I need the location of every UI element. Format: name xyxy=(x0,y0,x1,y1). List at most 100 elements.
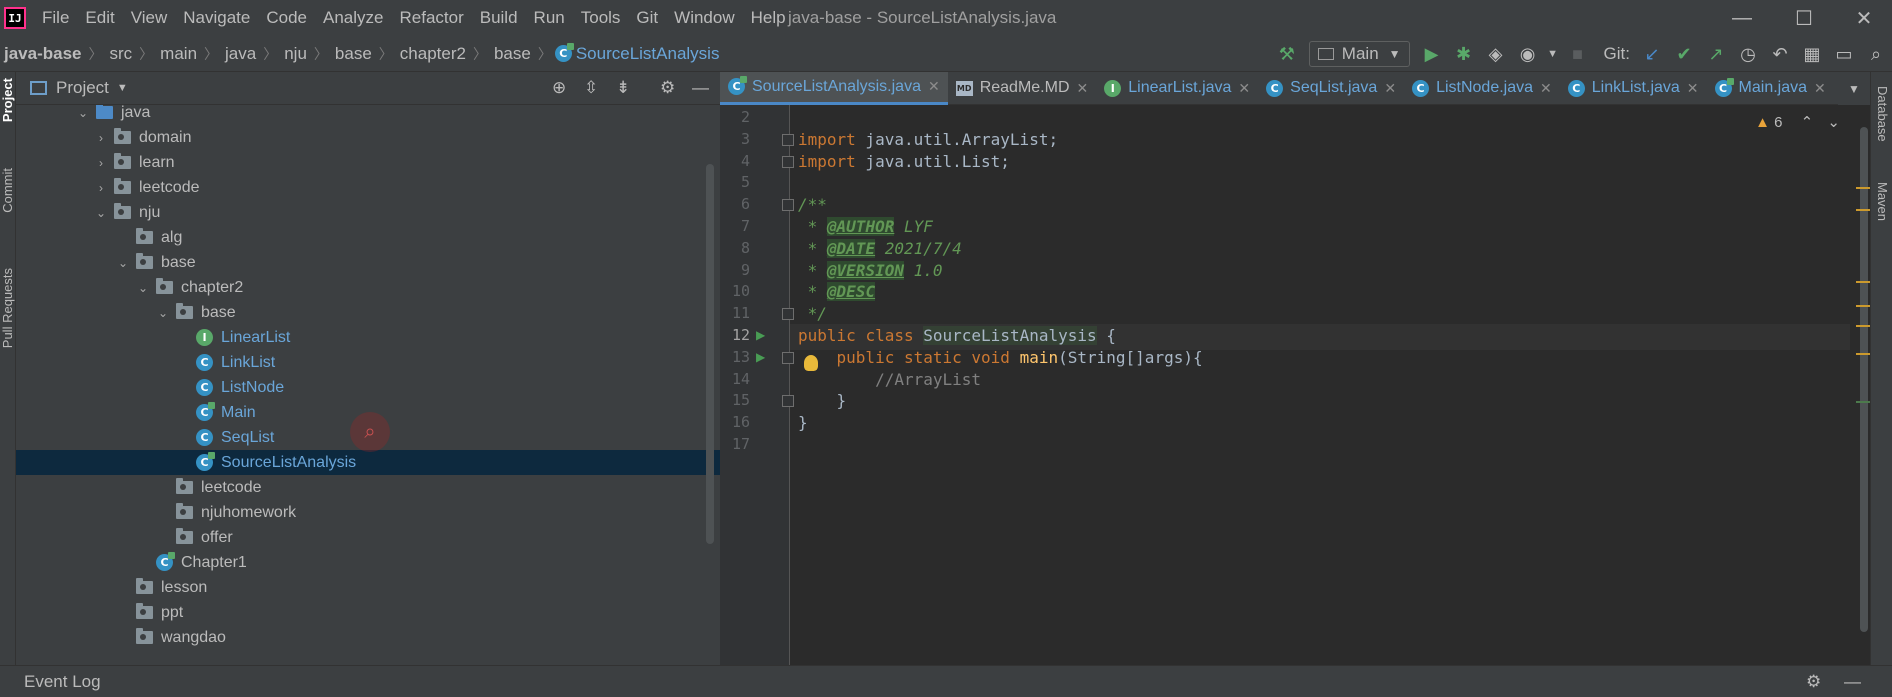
project-structure-icon[interactable]: ▦ xyxy=(1796,38,1828,70)
maximize-button[interactable]: ☐ xyxy=(1776,0,1832,36)
tree-item[interactable]: ⌄ base xyxy=(16,300,720,325)
breadcrumb-main[interactable]: main xyxy=(156,44,201,64)
run-gutter-icon[interactable]: ▶ xyxy=(756,328,765,342)
close-icon[interactable]: ✕ xyxy=(1384,80,1396,97)
breadcrumb-nju[interactable]: nju xyxy=(280,44,311,64)
ok-stripe-mark[interactable] xyxy=(1856,401,1870,403)
project-panel-title[interactable]: Project xyxy=(56,78,109,98)
tab-list-chevron-icon[interactable]: ▼ xyxy=(1838,72,1870,105)
project-tree-scrollbar[interactable] xyxy=(706,164,714,544)
fold-marker-icon[interactable] xyxy=(782,133,794,146)
chevron-down-icon[interactable]: ⌄ xyxy=(136,281,150,295)
breadcrumb-src[interactable]: src xyxy=(106,44,137,64)
close-window-button[interactable]: ✕ xyxy=(1836,0,1892,36)
git-history-icon[interactable]: ◷ xyxy=(1732,38,1764,70)
code-line[interactable]: import java.util.ArrayList; xyxy=(798,130,1058,149)
warning-stripe-mark[interactable] xyxy=(1856,353,1870,355)
tree-item[interactable]: offer xyxy=(16,525,720,550)
editor-tab[interactable]: C LinkList.java ✕ xyxy=(1560,72,1707,105)
menu-run[interactable]: Run xyxy=(526,8,573,28)
tree-item[interactable]: wangdao xyxy=(16,625,720,650)
tool-tab-project[interactable]: Project xyxy=(0,78,16,122)
warning-stripe-mark[interactable] xyxy=(1856,209,1870,211)
tool-tab-maven[interactable]: Maven xyxy=(1874,182,1890,221)
fold-marker-icon[interactable] xyxy=(782,308,794,321)
code-line[interactable]: } xyxy=(798,413,808,432)
stop-icon[interactable]: ■ xyxy=(1562,38,1594,70)
code-line[interactable]: public static void main(String[]args){ xyxy=(798,348,1203,367)
tree-item[interactable]: C Chapter1 xyxy=(16,550,720,575)
close-icon[interactable]: ✕ xyxy=(1814,80,1826,97)
next-highlight-icon[interactable]: ⌄ xyxy=(1827,114,1840,131)
hide-panel-icon[interactable]: — xyxy=(692,78,709,98)
tree-item[interactable]: lesson xyxy=(16,575,720,600)
breadcrumb-base[interactable]: base xyxy=(331,44,376,64)
tree-item[interactable]: ⌄ chapter2 xyxy=(16,275,720,300)
fold-marker-icon[interactable] xyxy=(782,199,794,212)
git-update-icon[interactable]: ↙ xyxy=(1636,38,1668,70)
editor-tab[interactable]: MD ReadMe.MD ✕ xyxy=(948,72,1097,105)
menu-refactor[interactable]: Refactor xyxy=(391,8,471,28)
tree-item[interactable]: njuhomework xyxy=(16,500,720,525)
warning-stripe-mark[interactable] xyxy=(1856,187,1870,189)
chevron-down-icon[interactable]: ⌄ xyxy=(94,206,108,220)
code-line[interactable]: * @DESC xyxy=(798,282,876,302)
menu-file[interactable]: File xyxy=(34,8,77,28)
chevron-right-icon[interactable]: › xyxy=(94,131,108,145)
lightbulb-icon[interactable] xyxy=(804,355,818,371)
collapse-all-icon[interactable]: ⇟ xyxy=(616,78,630,98)
chevron-down-icon[interactable]: ▼ xyxy=(117,82,128,94)
gear-icon[interactable]: ⚙ xyxy=(660,78,675,98)
close-icon[interactable]: ✕ xyxy=(1687,80,1699,97)
tree-item[interactable]: C ListNode xyxy=(16,375,720,400)
code-line[interactable]: public class SourceListAnalysis { xyxy=(798,326,1116,345)
minimize-button[interactable]: — xyxy=(1714,0,1770,36)
search-icon[interactable]: ⌕ xyxy=(1860,38,1892,70)
warning-stripe-mark[interactable] xyxy=(1856,325,1870,327)
tree-item[interactable]: I LinearList xyxy=(16,325,720,350)
tool-tab-commit[interactable]: Commit xyxy=(0,168,16,213)
git-push-icon[interactable]: ↗ xyxy=(1700,38,1732,70)
chevron-right-icon[interactable]: › xyxy=(94,156,108,170)
tree-item[interactable]: C LinkList xyxy=(16,350,720,375)
code-line[interactable]: //ArrayList xyxy=(798,370,981,389)
build-hammer-icon[interactable]: ⚒ xyxy=(1271,38,1303,70)
run-gutter-icon[interactable]: ▶ xyxy=(756,350,765,364)
chevron-right-icon[interactable]: › xyxy=(94,181,108,195)
more-run-chevron-icon[interactable]: ▼ xyxy=(1544,38,1562,70)
close-icon[interactable]: ✕ xyxy=(1077,80,1089,97)
expand-all-icon[interactable]: ⇳ xyxy=(584,78,598,98)
tree-item[interactable]: › leetcode xyxy=(16,175,720,200)
breadcrumb-java[interactable]: java xyxy=(221,44,260,64)
code-line[interactable]: * @VERSION 1.0 xyxy=(798,260,943,280)
tree-item[interactable]: ⌄ base xyxy=(16,250,720,275)
close-icon[interactable]: ✕ xyxy=(1238,80,1250,97)
editor-tab[interactable]: C ListNode.java ✕ xyxy=(1404,72,1560,105)
hide-panel-icon[interactable]: — xyxy=(1844,672,1861,692)
menu-git[interactable]: Git xyxy=(628,8,666,28)
tree-item[interactable]: › learn xyxy=(16,150,720,175)
close-icon[interactable]: ✕ xyxy=(1540,80,1552,97)
inspection-widget[interactable]: ▲ 6 ⌃ ⌄ xyxy=(1755,113,1840,131)
gear-icon[interactable]: ⚙ xyxy=(1806,672,1821,692)
tree-item[interactable]: ⌄ java xyxy=(16,105,720,125)
tree-item[interactable]: ppt xyxy=(16,600,720,625)
code-line[interactable]: import java.util.List; xyxy=(798,152,1010,171)
fold-marker-icon[interactable] xyxy=(782,395,794,408)
tool-tab-pull-requests[interactable]: Pull Requests xyxy=(0,268,16,348)
code-line[interactable]: */ xyxy=(798,304,827,323)
tree-item[interactable]: alg xyxy=(16,225,720,250)
tool-tab-database[interactable]: Database xyxy=(1874,86,1890,142)
tree-item[interactable]: › domain xyxy=(16,125,720,150)
menu-view[interactable]: View xyxy=(123,8,176,28)
prev-highlight-icon[interactable]: ⌃ xyxy=(1801,114,1814,131)
chevron-down-icon[interactable]: ⌄ xyxy=(156,306,170,320)
editor-tab[interactable]: C SeqList.java ✕ xyxy=(1258,72,1404,105)
locate-file-icon[interactable]: ⊕ xyxy=(552,78,566,98)
code-line[interactable]: /** xyxy=(798,195,827,214)
menu-analyze[interactable]: Analyze xyxy=(315,8,391,28)
git-commit-icon[interactable]: ✔ xyxy=(1668,38,1700,70)
editor-tab[interactable]: C Main.java ✕ xyxy=(1707,72,1834,105)
editor-tab[interactable]: I LinearList.java ✕ xyxy=(1096,72,1258,105)
code-line[interactable]: * @AUTHOR LYF xyxy=(798,217,933,236)
